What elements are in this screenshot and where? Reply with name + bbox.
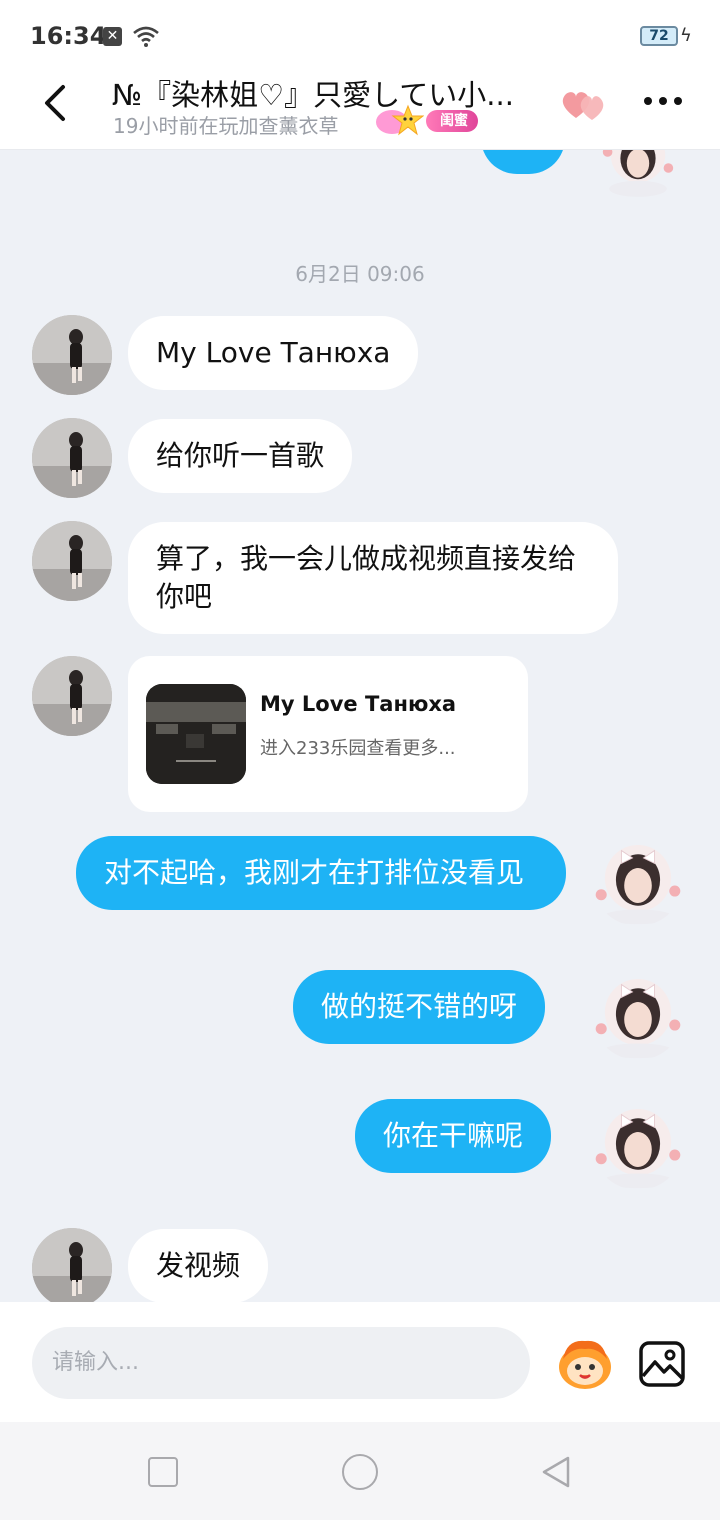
chat-title: №『染林姐♡』只愛してい小... bbox=[112, 78, 514, 112]
contact-avatar[interactable] bbox=[32, 315, 112, 395]
message-bubble-outgoing[interactable]: 做的挺不错的呀 bbox=[293, 970, 546, 1044]
close-square-icon: ✕ bbox=[103, 27, 122, 46]
chat-header: №『染林姐♡』只愛してい小... 19小时前在玩加查薰衣草 闺蜜 bbox=[0, 72, 720, 150]
message-bubble-incoming[interactable]: 给你听一首歌 bbox=[128, 419, 353, 493]
my-avatar[interactable] bbox=[592, 150, 684, 200]
status-time: 16:34 bbox=[30, 22, 107, 50]
message-bubble-outgoing-partial[interactable] bbox=[481, 150, 565, 174]
message-bubble-outgoing[interactable]: 对不起哈，我刚才在打排位没看见 bbox=[76, 836, 566, 910]
date-divider: 6月2日 09:06 bbox=[295, 262, 425, 286]
system-nav-bar bbox=[0, 1422, 720, 1520]
card-title: My Love Танюха bbox=[260, 692, 457, 716]
back-button[interactable] bbox=[30, 78, 80, 128]
square-icon[interactable] bbox=[148, 1457, 178, 1487]
star-sticker-icon bbox=[376, 104, 424, 136]
more-dots-icon bbox=[644, 97, 652, 105]
message-input[interactable]: 请输入... bbox=[32, 1327, 530, 1399]
chat-list[interactable]: 6月2日 09:06 My Love Танюха 给你听一首歌 算了，我一会儿… bbox=[0, 150, 720, 1302]
card-subtitle: 进入233乐园查看更多... bbox=[260, 738, 456, 759]
triangle-back-icon[interactable] bbox=[538, 1454, 574, 1490]
battery-indicator: 72 bbox=[640, 26, 678, 46]
bolt-icon: ϟ bbox=[680, 25, 692, 46]
hearts-icon[interactable] bbox=[558, 84, 612, 124]
relation-badge: 闺蜜 bbox=[426, 110, 478, 132]
shared-video-card[interactable]: My Love Танюха 进入233乐园查看更多... bbox=[128, 656, 528, 812]
status-bar: 16:34 ✕ 72 ϟ bbox=[0, 0, 720, 72]
message-bubble-outgoing[interactable]: 你在干嘛呢 bbox=[355, 1099, 552, 1173]
my-avatar[interactable] bbox=[592, 1098, 684, 1190]
more-options-button[interactable] bbox=[638, 84, 688, 118]
input-bar: 请输入... bbox=[0, 1302, 720, 1422]
wifi-icon bbox=[133, 26, 159, 47]
message-bubble-incoming[interactable]: 算了，我一会儿做成视频直接发给你吧 bbox=[128, 522, 618, 634]
more-dot bbox=[659, 97, 667, 105]
my-avatar[interactable] bbox=[592, 834, 684, 926]
chat-subtitle: 19小时前在玩加查薰衣草 bbox=[113, 114, 339, 138]
video-thumbnail bbox=[146, 684, 246, 784]
contact-avatar[interactable] bbox=[32, 1228, 112, 1302]
more-dot bbox=[674, 97, 682, 105]
contact-avatar[interactable] bbox=[32, 418, 112, 498]
chevron-left-icon bbox=[45, 85, 65, 121]
contact-avatar[interactable] bbox=[32, 521, 112, 601]
image-icon[interactable] bbox=[638, 1340, 686, 1388]
my-avatar[interactable] bbox=[592, 968, 684, 1060]
contact-avatar[interactable] bbox=[32, 656, 112, 736]
circle-icon[interactable] bbox=[342, 1454, 378, 1490]
emoji-face-icon[interactable] bbox=[553, 1333, 617, 1393]
message-bubble-incoming[interactable]: 发视频 bbox=[128, 1229, 269, 1302]
message-bubble-incoming[interactable]: My Love Танюха bbox=[128, 316, 419, 390]
